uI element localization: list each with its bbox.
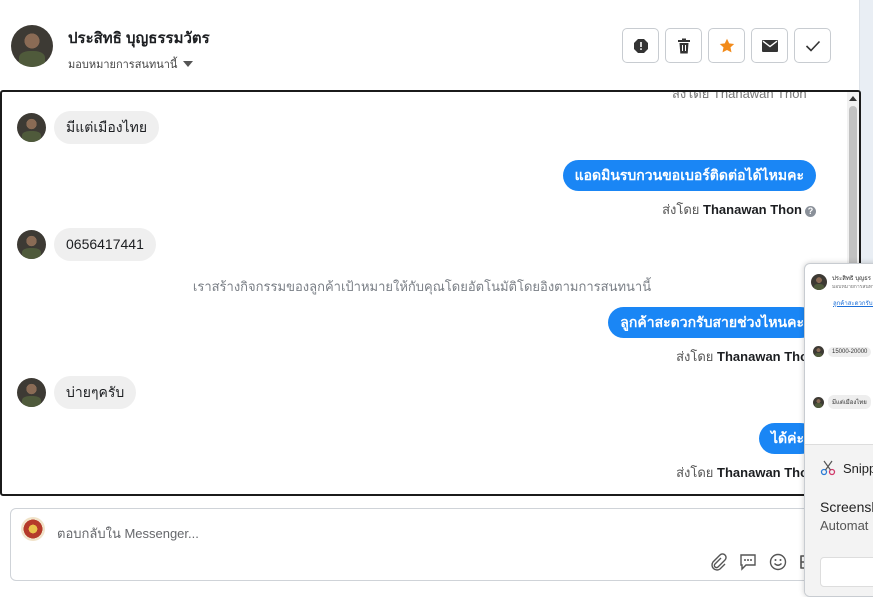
contact-avatar[interactable]	[11, 25, 53, 67]
emoji-button[interactable]	[769, 553, 787, 571]
mini-link: ลูกค้าสะดวกรับสาย	[833, 301, 873, 307]
mini-contact-name: ประสิทธิ บุญธร	[832, 276, 872, 282]
contact-name[interactable]: ประสิทธิ บุญธรรมวัตร	[68, 26, 210, 50]
outgoing-message[interactable]: ลูกค้าสะดวกรับสายช่วงไหนคะ	[608, 307, 816, 338]
mini-bubble: 15000-20000	[828, 346, 872, 357]
sent-by-label: ส่งโดย Thanawan Thon	[676, 465, 816, 480]
assign-label: มอบหมายการสนทนานี้	[68, 59, 178, 71]
mini-avatar	[813, 346, 824, 357]
header-actions	[622, 28, 831, 63]
delete-button[interactable]	[665, 28, 702, 63]
assign-conversation-dropdown[interactable]: มอบหมายการสนทนานี้	[68, 55, 194, 73]
system-note: เราสร้างกิจกรรมของลูกค้าเป้าหมายให้กับคุ…	[192, 279, 652, 294]
conversation-panel: ประสิทธิ บุญธรรมวัตร มอบหมายการสนทนานี้	[0, 0, 861, 597]
message-thread[interactable]: ส่งโดย Thanawan Thon มีแต่เมืองไทย แอดมิ…	[0, 90, 861, 496]
mini-assign: มอบหมายการสนทนา	[832, 284, 873, 290]
incoming-message: 0656417441	[17, 228, 156, 261]
contact-avatar-small	[17, 113, 46, 142]
sent-by-cutoff: ส่งโดย Thanawan Thon	[672, 90, 807, 101]
mini-bubble: มีแต่เมืองไทย	[828, 395, 871, 409]
reply-input[interactable]: ตอบกลับใน Messenger...	[57, 523, 199, 544]
mini-message: มีแต่เมืองไทย	[813, 395, 871, 409]
scroll-up-arrow-icon[interactable]	[849, 96, 857, 101]
toast-heading: Screensh	[820, 499, 873, 515]
saved-replies-button[interactable]	[739, 553, 757, 571]
snipping-tool-icon	[820, 460, 836, 476]
page-avatar	[21, 517, 45, 541]
screenshot-thumbnail-popup[interactable]: ประสิทธิ บุญธร มอบหมายการสนทนา ลูกค้าสะด…	[804, 263, 873, 597]
paperclip-icon	[711, 553, 727, 571]
message-bubble[interactable]: มีแต่เมืองไทย	[54, 111, 160, 144]
trash-icon	[677, 38, 690, 53]
mini-avatar	[813, 396, 824, 408]
info-icon[interactable]: ?	[805, 206, 816, 217]
mark-done-button[interactable]	[794, 28, 831, 63]
mini-header: ประสิทธิ บุญธร มอบหมายการสนทนา	[811, 273, 873, 291]
toast-subtext: Automat	[820, 518, 869, 533]
mark-unread-button[interactable]	[751, 28, 788, 63]
message-bubble[interactable]: บ่ายๆครับ	[54, 376, 137, 409]
attach-button[interactable]	[709, 553, 727, 571]
sent-by-label: ส่งโดย Thanawan Thon	[676, 349, 816, 364]
envelope-icon	[761, 39, 778, 52]
star-button[interactable]	[708, 28, 745, 63]
snipping-tool-title: Snipp	[843, 461, 873, 476]
composer-tools	[709, 553, 811, 571]
chat-bubble-icon	[740, 554, 756, 571]
contact-avatar-small	[17, 230, 46, 259]
check-icon	[805, 40, 820, 52]
outgoing-message[interactable]: แอดมินรบกวนขอเบอร์ติดต่อได้ไหมคะ	[562, 160, 816, 191]
sent-by-label: ส่งโดย Thanawan Thon?	[662, 199, 816, 220]
smiley-icon	[769, 553, 787, 571]
snipping-tool-toast[interactable]: Snipp Screensh Automat	[805, 444, 873, 596]
mini-message: 15000-20000	[813, 346, 872, 357]
conversation-header: ประสิทธิ บุญธรรมวัตร มอบหมายการสนทนานี้	[0, 0, 860, 90]
mini-avatar	[811, 274, 827, 290]
star-icon	[719, 38, 734, 52]
incoming-message: บ่ายๆครับ	[17, 376, 137, 409]
toast-action-button[interactable]	[820, 557, 873, 587]
report-button[interactable]	[622, 28, 659, 63]
message-bubble[interactable]: 0656417441	[54, 228, 156, 261]
contact-avatar-small	[17, 378, 46, 407]
reply-composer[interactable]: ตอบกลับใน Messenger...	[10, 508, 840, 581]
report-icon	[633, 38, 648, 53]
incoming-message: มีแต่เมืองไทย	[17, 111, 160, 144]
caret-down-icon	[183, 61, 194, 67]
